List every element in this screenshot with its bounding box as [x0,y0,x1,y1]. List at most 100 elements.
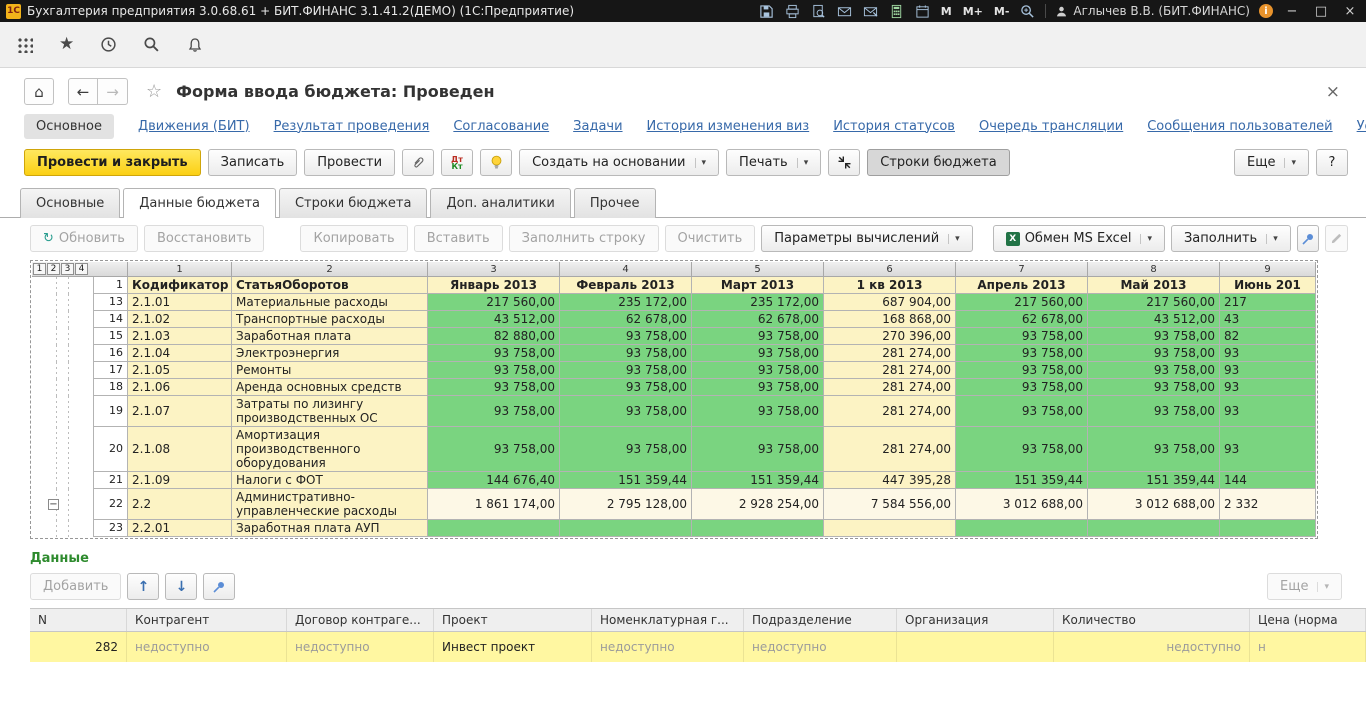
print-preview-icon[interactable] [810,3,827,20]
create-on-basis-button[interactable]: Создать на основании▾ [519,149,719,176]
data-cell[interactable]: недоступно [744,632,897,662]
column-number-header[interactable]: 7 [956,262,1088,276]
move-down-button[interactable]: ↓ [165,573,197,600]
article-cell[interactable]: Транспортные расходы [232,311,428,328]
value-cell[interactable]: 151 359,44 [1088,472,1220,489]
value-cell[interactable]: 281 274,00 [824,427,956,472]
value-cell[interactable]: 62 678,00 [560,311,692,328]
grid-column-header[interactable]: Февраль 2013 [560,277,692,294]
value-cell[interactable]: 2 928 254,00 [692,489,824,520]
value-cell[interactable]: 62 678,00 [692,311,824,328]
form-tab[interactable]: Доп. аналитики [430,188,570,218]
column-number-header[interactable]: 6 [824,262,956,276]
value-cell[interactable]: 93 758,00 [1088,427,1220,472]
group-level-button[interactable]: 3 [61,263,74,275]
collapse-group-toggle[interactable]: − [48,499,59,510]
data-column-header[interactable]: Проект [434,609,592,631]
value-cell[interactable]: 1 861 174,00 [428,489,560,520]
print-icon[interactable] [784,3,801,20]
row-number[interactable]: 16 [94,345,128,362]
value-cell[interactable] [428,520,560,537]
codifier-cell[interactable]: 2.1.04 [128,345,232,362]
codifier-cell[interactable]: 2.2 [128,489,232,520]
form-tab[interactable]: Основные [20,188,120,218]
fill-button[interactable]: Заполнить▾ [1171,225,1291,252]
memory-m-minus-button[interactable]: M- [993,5,1011,18]
zoom-icon[interactable] [1019,3,1036,20]
column-number-header[interactable]: 5 [692,262,824,276]
value-cell[interactable]: 281 274,00 [824,396,956,427]
value-cell[interactable]: 93 758,00 [956,362,1088,379]
grid-column-header[interactable]: Кодификатор [128,277,232,294]
value-cell[interactable]: 43 512,00 [428,311,560,328]
close-window-button[interactable]: × [1340,4,1360,19]
row-number[interactable]: 23 [94,520,128,537]
data-column-header[interactable]: N [30,609,127,631]
data-column-header[interactable]: Контрагент [127,609,287,631]
value-cell[interactable]: 82 880,00 [428,328,560,345]
value-cell[interactable]: 93 758,00 [956,345,1088,362]
codifier-cell[interactable]: 2.1.07 [128,396,232,427]
value-cell[interactable] [692,520,824,537]
data-pin-button[interactable] [203,573,235,600]
data-column-header[interactable]: Договор контраге... [287,609,434,631]
post-button[interactable]: Провести [304,149,395,176]
post-and-close-button[interactable]: Провести и закрыть [24,149,201,176]
value-cell[interactable]: 93 758,00 [428,427,560,472]
value-cell[interactable]: 93 758,00 [692,427,824,472]
value-cell[interactable]: 93 758,00 [560,328,692,345]
article-cell[interactable]: Налоги с ФОТ [232,472,428,489]
data-cell[interactable]: Инвест проект [434,632,592,662]
send-mail-icon[interactable] [836,3,853,20]
nav-link[interactable]: Задачи [573,119,622,134]
value-cell[interactable]: 144 676,40 [428,472,560,489]
history-icon[interactable] [100,36,117,53]
minimize-button[interactable]: − [1282,4,1302,19]
article-cell[interactable]: Материальные расходы [232,294,428,311]
group-level-button[interactable]: 4 [75,263,88,275]
value-cell[interactable]: 151 359,44 [692,472,824,489]
home-button[interactable]: ⌂ [24,78,54,105]
column-number-header[interactable]: 8 [1088,262,1220,276]
value-cell[interactable]: 93 758,00 [956,328,1088,345]
nav-link-active[interactable]: Основное [24,114,114,139]
maximize-button[interactable]: □ [1311,4,1331,19]
value-cell[interactable]: 281 274,00 [824,345,956,362]
column-number-header[interactable]: 3 [428,262,560,276]
data-more-button[interactable]: Еще▾ [1267,573,1342,600]
row-number[interactable]: 14 [94,311,128,328]
restore-button[interactable]: Восстановить [144,225,265,252]
nav-link[interactable]: Движения (БИТ) [138,119,250,134]
column-number-header[interactable]: 4 [560,262,692,276]
back-button[interactable]: ← [68,78,98,105]
show-postings-button[interactable]: ДтКт [441,149,473,176]
value-cell[interactable]: 93 [1220,379,1316,396]
data-column-header[interactable]: Номенклатурная г... [592,609,744,631]
grid-column-header[interactable]: Июнь 201 [1220,277,1316,294]
value-cell[interactable]: 151 359,44 [956,472,1088,489]
data-cell[interactable]: недоступно [1054,632,1250,662]
value-cell[interactable]: 235 172,00 [692,294,824,311]
article-cell[interactable]: Электроэнергия [232,345,428,362]
value-cell[interactable]: 3 012 688,00 [956,489,1088,520]
codifier-cell[interactable]: 2.1.06 [128,379,232,396]
current-user[interactable]: Аглычев В.В. (БИТ.ФИНАНС) [1055,4,1250,18]
value-cell[interactable]: 93 758,00 [956,396,1088,427]
value-cell[interactable]: 93 758,00 [560,379,692,396]
clear-button[interactable]: Очистить [665,225,756,252]
data-column-header[interactable]: Организация [897,609,1054,631]
codifier-cell[interactable]: 2.1.08 [128,427,232,472]
codifier-cell[interactable]: 2.1.05 [128,362,232,379]
nav-link[interactable]: Сообщения пользователей [1147,119,1332,134]
group-level-button[interactable]: 2 [47,263,60,275]
article-cell[interactable]: Затраты по лизингу производственных ОС [232,396,428,427]
value-cell[interactable]: 93 758,00 [560,427,692,472]
value-cell[interactable]: 93 758,00 [560,345,692,362]
article-cell[interactable]: Заработная плата АУП [232,520,428,537]
value-cell[interactable]: 62 678,00 [956,311,1088,328]
value-cell[interactable]: 93 758,00 [1088,328,1220,345]
value-cell[interactable]: 93 [1220,362,1316,379]
calculator-icon[interactable] [888,3,905,20]
value-cell[interactable]: 43 512,00 [1088,311,1220,328]
save-icon[interactable] [758,3,775,20]
